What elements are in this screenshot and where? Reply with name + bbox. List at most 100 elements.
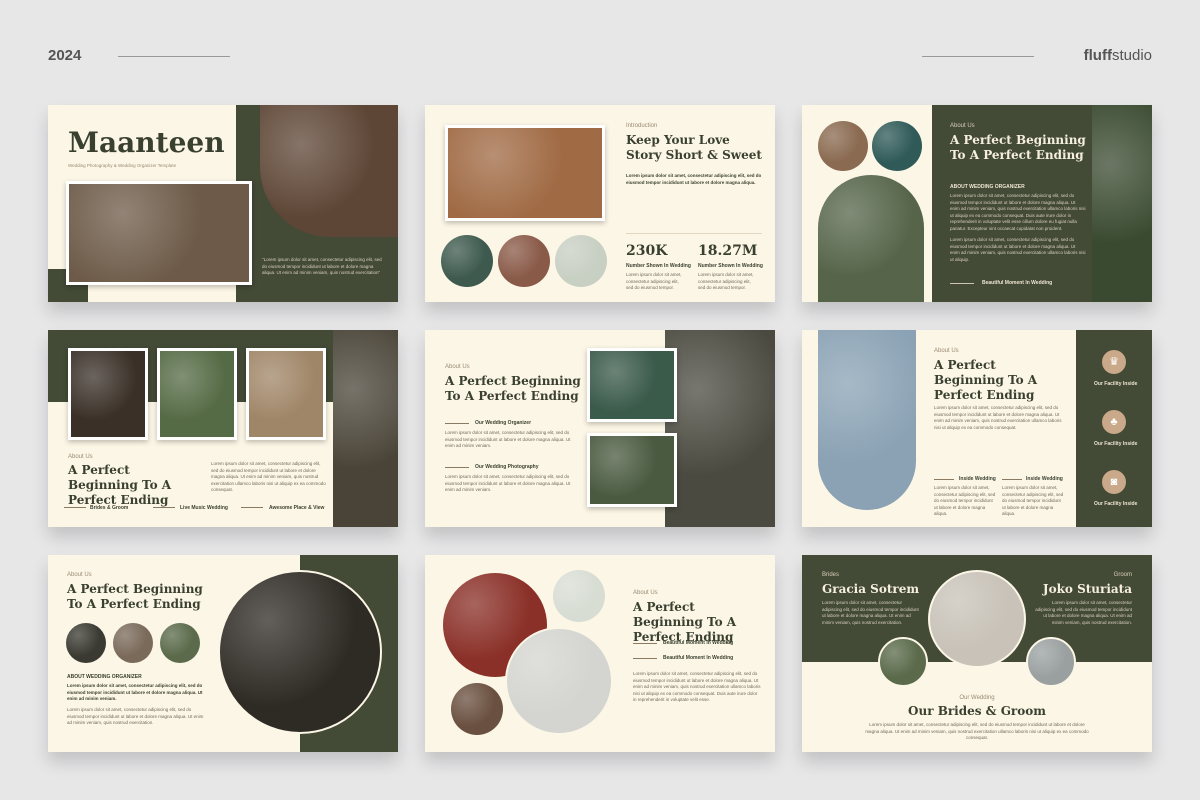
body-photography: Lorem ipsum dolor sit amet, consectetur … bbox=[445, 474, 571, 492]
body-text: Lorem ipsum dolor sit amet, consectetur … bbox=[950, 193, 1086, 231]
col-2-label: Inside Wedding bbox=[1026, 476, 1063, 482]
photo-circle-hands bbox=[818, 121, 868, 171]
body-text: Lorem ipsum dolor sit amet, consectetur … bbox=[633, 671, 761, 702]
slide-cover[interactable]: Maanteen Wedding Photography & Wedding O… bbox=[48, 105, 398, 302]
label-brides-groom: Brides & Groom bbox=[90, 505, 129, 511]
stat-2-body: Lorem ipsum dolor sit amet, consectetur … bbox=[698, 272, 754, 290]
photo-boat-couple bbox=[818, 330, 916, 510]
col-1-body: Lorem ipsum dolor sit amet, consectetur … bbox=[934, 485, 996, 516]
suit-icon: ♛ bbox=[1102, 350, 1126, 374]
footer-line bbox=[950, 283, 974, 284]
photo-couple-hands bbox=[66, 181, 252, 285]
photo-bride-bouquet bbox=[333, 330, 398, 527]
photo-circle-groom bbox=[505, 627, 613, 735]
label-line bbox=[1002, 479, 1022, 480]
label-photography: Our Wedding Photography bbox=[475, 464, 539, 470]
photo-candles bbox=[1092, 105, 1152, 302]
slide-about-2[interactable]: About Us A Perfect Beginning To A Perfec… bbox=[48, 330, 398, 527]
brand-logo: fluffstudio bbox=[1083, 47, 1152, 64]
label-line bbox=[241, 507, 263, 508]
slide-title: A Perfect Beginning To A Perfect Ending bbox=[67, 582, 203, 611]
label-line bbox=[445, 467, 469, 468]
stat-1-value: 230K bbox=[626, 243, 668, 259]
photo-circle-bride bbox=[878, 637, 928, 687]
col-1-label: Inside Wedding bbox=[959, 476, 996, 482]
section-label: ABOUT WEDDING ORGANIZER bbox=[950, 184, 1025, 190]
groom-kicker: Groom bbox=[1113, 572, 1132, 578]
photo-circle-groom bbox=[1026, 637, 1076, 687]
stats-divider bbox=[626, 233, 762, 234]
slide-title: A Perfect Beginning To A Perfect Ending bbox=[950, 133, 1086, 162]
kicker: Our Wedding bbox=[959, 695, 995, 701]
groom-name: Joko Sturiata bbox=[1042, 582, 1132, 596]
slide-title: A Perfect Beginning To A Perfect Ending bbox=[445, 374, 581, 403]
kicker: About Us bbox=[67, 572, 92, 578]
divider-right bbox=[922, 56, 1034, 57]
slide-title: A Perfect Beginning To A Perfect Ending bbox=[633, 600, 737, 644]
col-2-body: Lorem ipsum dolor sit amet, consectetur … bbox=[1002, 485, 1064, 516]
slide-about-3[interactable]: About Us A Perfect Beginning To A Perfec… bbox=[425, 330, 775, 527]
body-text: Lorem ipsum dolor sit amet, consectetur … bbox=[211, 461, 326, 492]
slide-introduction[interactable]: Introduction Keep Your Love Story Short … bbox=[425, 105, 775, 302]
slide-title: A Perfect Beginning To A Perfect Ending bbox=[68, 463, 172, 507]
body-text: Lorem ipsum dolor sit amet, consectetur … bbox=[67, 683, 203, 701]
photo-arch-couple bbox=[818, 175, 924, 302]
label-line bbox=[633, 643, 657, 644]
stat-2-value: 18.27M bbox=[698, 243, 758, 259]
slide-title: Keep Your Love Story Short & Sweet bbox=[626, 133, 762, 162]
photo-circle-table bbox=[113, 623, 153, 663]
divider-left bbox=[118, 56, 230, 57]
label-live-music: Live Music Wedding bbox=[180, 505, 228, 511]
kicker: About Us bbox=[950, 123, 975, 129]
photo-circle-bouquet bbox=[872, 121, 922, 171]
cover-title: Maanteen bbox=[68, 126, 225, 159]
label-line bbox=[153, 507, 175, 508]
bride-name: Gracia Sotrem bbox=[822, 582, 920, 596]
slide-about-6[interactable]: About Us A Perfect Beginning To A Perfec… bbox=[425, 555, 775, 752]
groom-body: Lorem ipsum dolor sit amet, consectetur … bbox=[1035, 600, 1132, 625]
kicker: About Us bbox=[633, 590, 658, 596]
photo-shoes-flowers bbox=[157, 348, 237, 440]
kicker: About Us bbox=[934, 348, 959, 354]
camera-icon: ◙ bbox=[1102, 470, 1126, 494]
slide-about-5[interactable]: About Us A Perfect Beginning To A Perfec… bbox=[48, 555, 398, 752]
kicker: About Us bbox=[68, 454, 93, 460]
body-organizer: Lorem ipsum dolor sit amet, consectetur … bbox=[445, 430, 571, 448]
photo-bride-lake bbox=[587, 348, 677, 422]
facility-label-3: Our Facility Inside bbox=[1094, 501, 1138, 507]
label-line bbox=[64, 507, 86, 508]
photo-circle-pillow bbox=[66, 623, 106, 663]
bride-body: Lorem ipsum dolor sit amet, consectetur … bbox=[822, 600, 919, 625]
body-text-2: Lorem ipsum dolor sit amet, consectetur … bbox=[950, 237, 1086, 262]
label-moment-2: Beautiful Moment In Wedding bbox=[663, 655, 734, 661]
photo-groom bbox=[587, 433, 677, 507]
slide-about-4[interactable]: About Us A Perfect Beginning To A Perfec… bbox=[802, 330, 1152, 527]
photo-circle-couple bbox=[928, 570, 1026, 668]
year-label: 2024 bbox=[48, 47, 82, 64]
photo-rings-pillow bbox=[665, 330, 775, 527]
photo-circle-flowers bbox=[160, 623, 200, 663]
bride-kicker: Brides bbox=[822, 572, 840, 578]
slide-title: Our Brides & Groom bbox=[908, 704, 1046, 718]
photo-bridesmaids bbox=[445, 125, 605, 221]
kicker: Introduction bbox=[626, 123, 658, 129]
label-line bbox=[934, 479, 954, 480]
label-line bbox=[445, 423, 469, 424]
photo-circle-1 bbox=[441, 235, 493, 287]
body-text: Lorem ipsum dolor sit amet, consectetur … bbox=[865, 722, 1089, 740]
body-text: Lorem ipsum dolor sit amet, consectetur … bbox=[934, 405, 1062, 430]
slide-brides-groom[interactable]: Brides Gracia Sotrem Lorem ipsum dolor s… bbox=[802, 555, 1152, 752]
stat-2-label: Number Shown In Wedding bbox=[698, 263, 763, 269]
photo-circle-night-couple bbox=[218, 570, 382, 734]
label-organizer: Our Wedding Organizer bbox=[475, 420, 532, 426]
footer-label: Beautiful Moment In Wedding bbox=[982, 280, 1053, 286]
slide-about-1[interactable]: About Us A Perfect Beginning To A Perfec… bbox=[802, 105, 1152, 302]
photo-circle-3 bbox=[555, 235, 607, 287]
label-line bbox=[633, 658, 657, 659]
photo-circle-bouquet bbox=[553, 570, 605, 622]
cover-subtitle: Wedding Photography & Wedding Organizer … bbox=[68, 163, 177, 168]
photo-shoes bbox=[260, 105, 398, 237]
cover-quote: "Lorem ipsum dolor sit amet, consectetur… bbox=[262, 257, 382, 275]
body-text-2: Lorem ipsum dolor sit amet, consectetur … bbox=[67, 707, 204, 725]
label-place-view: Awesome Place & View bbox=[269, 505, 325, 511]
